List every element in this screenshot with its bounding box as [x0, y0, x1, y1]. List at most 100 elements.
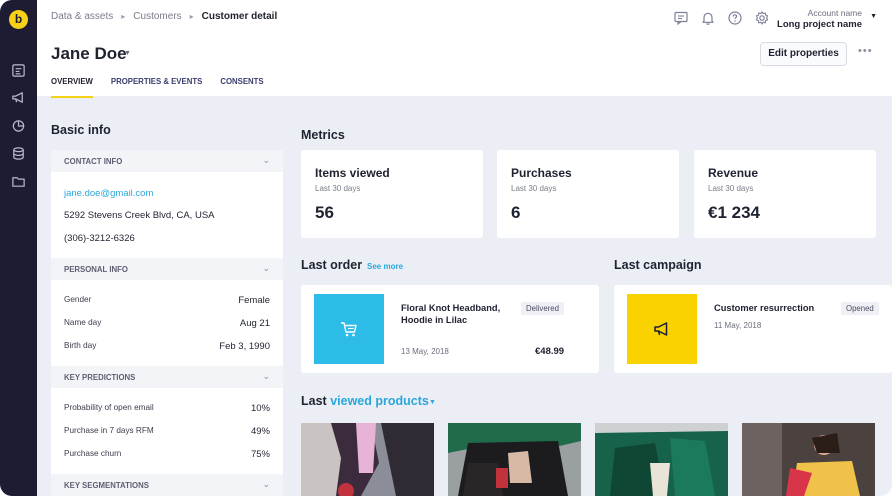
purchase-churn-label: Purchase churn	[64, 449, 122, 458]
chat-icon[interactable]	[673, 10, 689, 26]
tab-properties-events[interactable]: PROPERTIES & EVENTS	[111, 77, 202, 98]
metric-value: 56	[315, 203, 334, 222]
breadcrumb-data-assets[interactable]: Data & assets	[51, 11, 113, 22]
metric-card-items-viewed: Items viewed Last 30 days 56	[301, 150, 483, 238]
metric-title: Purchases	[511, 166, 572, 180]
name-day-value: Aug 21	[239, 318, 270, 329]
see-more-link[interactable]: See more	[367, 262, 403, 271]
address-value: 5292 Stevens Creek Blvd, CA, USA	[64, 210, 215, 221]
order-thumbnail	[314, 294, 384, 364]
birth-day-label: Birth day	[64, 341, 97, 350]
breadcrumb-customers[interactable]: Customers	[133, 11, 181, 22]
chevron-down-icon: ⌄	[262, 479, 270, 489]
phone-value: (306)-3212-6326	[64, 233, 135, 244]
account-switcher[interactable]: Account name Long project name	[777, 7, 862, 31]
metric-card-revenue: Revenue Last 30 days €1 234	[694, 150, 876, 238]
breadcrumb-current: Customer detail	[201, 11, 278, 22]
last-campaign-card[interactable]: Customer resurrection 11 May, 2018 Opene…	[614, 285, 892, 373]
gender-label: Gender	[64, 295, 92, 304]
bell-icon[interactable]	[700, 10, 716, 26]
list-item: Purchase churn 75%	[64, 449, 270, 460]
megaphone-icon[interactable]	[11, 90, 26, 105]
personal-info-header[interactable]: PERSONAL INFO ⌄	[51, 258, 283, 280]
product-thumbnail-2[interactable]	[448, 423, 581, 496]
metric-card-purchases: Purchases Last 30 days 6	[497, 150, 679, 238]
metric-period: Last 30 days	[511, 184, 557, 193]
folder-icon[interactable]	[11, 174, 26, 189]
personal-info-label: PERSONAL INFO	[64, 265, 128, 274]
tab-overview[interactable]: OVERVIEW	[51, 77, 93, 98]
key-predictions-header[interactable]: KEY PREDICTIONS ⌄	[51, 366, 283, 388]
campaign-thumbnail	[627, 294, 697, 364]
key-segmentations-label: KEY SEGMENTATIONS	[64, 481, 149, 490]
last-campaign-title: Last campaign	[614, 258, 702, 272]
list-item: Gender Female	[64, 295, 270, 306]
email-link[interactable]: jane.doe@gmail.com	[64, 188, 153, 199]
cart-icon	[341, 322, 357, 337]
order-product-line-2: Hoodie in Lilac	[401, 315, 468, 325]
open-email-value: 10%	[250, 403, 270, 414]
caret-down-icon[interactable]: ▼	[870, 13, 877, 20]
page-header: Data & assets ▸ Customers ▸ Customer det…	[37, 0, 892, 98]
basic-info-column: Basic info CONTACT INFO ⌄ jane.doe@gmail…	[51, 96, 283, 496]
list-item: Birth day Feb 3, 1990	[64, 341, 270, 352]
personal-info-panel: PERSONAL INFO ⌄ Gender Female Name day A…	[51, 258, 283, 366]
edit-properties-button[interactable]: Edit properties	[760, 42, 847, 66]
analytics-icon[interactable]	[11, 118, 26, 133]
metric-period: Last 30 days	[315, 184, 361, 193]
account-label: Account name	[807, 8, 862, 18]
key-segmentations-panel: KEY SEGMENTATIONS ⌄	[51, 474, 283, 496]
key-predictions-panel: KEY PREDICTIONS ⌄ Probability of open em…	[51, 366, 283, 474]
contact-info-header[interactable]: CONTACT INFO ⌄	[51, 150, 283, 172]
caret-down-icon[interactable]: ▼	[124, 50, 131, 57]
megaphone-icon	[654, 322, 668, 336]
chevron-down-icon: ⌄	[262, 371, 270, 381]
caret-down-icon[interactable]: ▼	[429, 399, 436, 406]
brand-logo[interactable]: b	[9, 10, 28, 29]
reports-icon[interactable]	[11, 63, 26, 78]
tab-consents[interactable]: CONSENTS	[220, 77, 263, 98]
help-icon[interactable]	[727, 10, 743, 26]
status-badge: Delivered	[521, 302, 564, 315]
purchase-churn-value: 75%	[250, 449, 270, 460]
order-product-line-1: Floral Knot Headband,	[401, 303, 501, 313]
basic-info-title: Basic info	[51, 123, 111, 137]
metric-period: Last 30 days	[708, 184, 754, 193]
metric-title: Revenue	[708, 166, 759, 180]
product-thumbnail-3[interactable]	[595, 423, 728, 496]
product-thumbnail-1[interactable]	[301, 423, 434, 496]
project-name: Long project name	[777, 19, 862, 30]
product-thumbnail-4[interactable]	[742, 423, 875, 496]
gender-value: Female	[238, 295, 270, 306]
last-order-title: Last order	[301, 258, 363, 272]
last-order-card[interactable]: Floral Knot Headband, Hoodie in Lilac De…	[301, 285, 599, 373]
database-icon[interactable]	[11, 146, 26, 161]
purchase-rfm-label: Purchase in 7 days RFM	[64, 426, 154, 435]
metrics-title: Metrics	[301, 128, 345, 142]
metric-value: 6	[511, 203, 521, 222]
metric-value: €1 234	[708, 203, 760, 222]
list-item: Purchase in 7 days RFM 49%	[64, 426, 270, 437]
order-product-name: Floral Knot Headband, Hoodie in Lilac	[401, 302, 500, 326]
list-item: Probability of open email 10%	[64, 403, 270, 414]
contact-info-label: CONTACT INFO	[64, 157, 123, 166]
more-options-icon[interactable]: •••	[858, 45, 873, 57]
last-viewed-title[interactable]: Last viewed products	[301, 394, 429, 408]
tab-bar: OVERVIEW PROPERTIES & EVENTS CONSENTS	[51, 77, 264, 98]
chevron-down-icon: ⌄	[262, 155, 270, 165]
order-date: 13 May, 2018	[401, 347, 449, 356]
name-day-label: Name day	[64, 318, 102, 327]
order-price: €48.99	[535, 346, 565, 357]
last-viewed-prefix: Last	[301, 394, 327, 408]
key-segmentations-header[interactable]: KEY SEGMENTATIONS ⌄	[51, 474, 283, 496]
gear-icon[interactable]	[754, 10, 770, 26]
contact-info-panel: CONTACT INFO ⌄ jane.doe@gmail.com 5292 S…	[51, 150, 283, 258]
open-email-label: Probability of open email	[64, 403, 154, 412]
app-frame: b Data & assets ▸ Customers ▸ Customer d…	[0, 0, 892, 496]
campaign-date: 11 May, 2018	[714, 321, 762, 330]
side-rail: b	[0, 0, 37, 496]
purchase-rfm-value: 49%	[250, 426, 270, 437]
key-predictions-label: KEY PREDICTIONS	[64, 373, 136, 382]
customer-name: Jane Doe	[51, 44, 127, 63]
list-item: Name day Aug 21	[64, 318, 270, 329]
